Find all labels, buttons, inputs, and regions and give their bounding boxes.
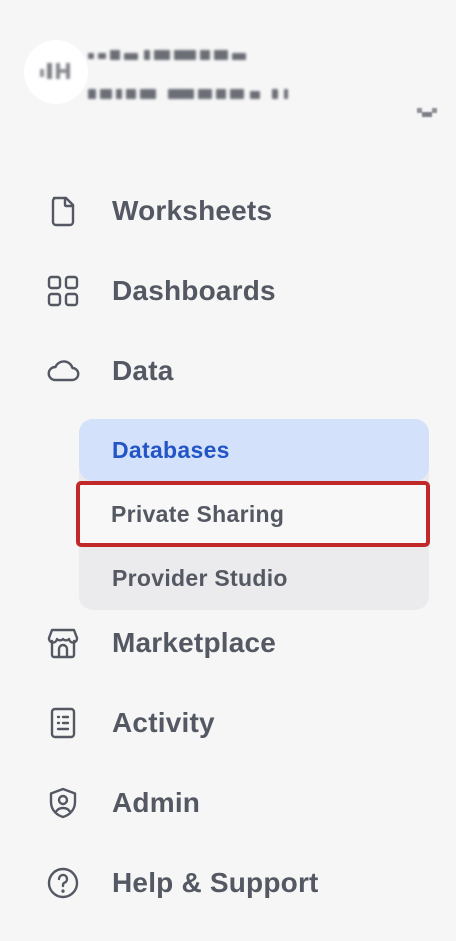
help-circle-icon xyxy=(44,864,82,902)
nav-label-activity: Activity xyxy=(112,707,215,738)
account-name-blurred xyxy=(88,47,258,63)
nav-label-marketplace: Marketplace xyxy=(112,627,277,658)
nav-label-worksheets: Worksheets xyxy=(112,195,273,226)
nav-item-worksheets[interactable]: Worksheets xyxy=(44,187,428,235)
nav-label-admin: Admin xyxy=(112,787,201,818)
subnav-item-provider-studio[interactable]: Provider Studio xyxy=(79,547,429,609)
nav-item-marketplace[interactable]: Marketplace xyxy=(44,619,428,667)
subnav-item-private-sharing[interactable]: Private Sharing xyxy=(76,481,430,547)
account-sub-blurred xyxy=(88,86,288,102)
nav-item-data[interactable]: Data xyxy=(44,347,428,395)
chevron-down-icon[interactable] xyxy=(416,106,438,120)
nav-item-dashboards[interactable]: Dashboards xyxy=(44,267,428,315)
sidebar-nav: JH xyxy=(0,0,456,941)
avatar-initials-blurred xyxy=(40,63,70,79)
nav-label-help-support: Help & Support xyxy=(112,867,319,898)
document-icon xyxy=(44,192,82,230)
shield-user-icon xyxy=(44,784,82,822)
nav-item-activity[interactable]: Activity xyxy=(44,699,428,747)
subnav-label-databases: Databases xyxy=(112,436,230,463)
subnav-label-private-sharing: Private Sharing xyxy=(111,500,285,527)
subnav-label-provider-studio: Provider Studio xyxy=(112,564,288,591)
nav-label-data: Data xyxy=(112,355,174,386)
nav-label-dashboards: Dashboards xyxy=(112,275,276,306)
nav-item-help-support[interactable]: Help & Support xyxy=(44,859,428,907)
cloud-icon xyxy=(44,352,82,390)
store-icon xyxy=(44,624,82,662)
avatar xyxy=(24,40,88,104)
activity-list-icon xyxy=(44,704,82,742)
grid-icon xyxy=(44,272,82,310)
subnav-item-databases[interactable]: Databases xyxy=(79,419,429,481)
nav-item-admin[interactable]: Admin xyxy=(44,779,428,827)
